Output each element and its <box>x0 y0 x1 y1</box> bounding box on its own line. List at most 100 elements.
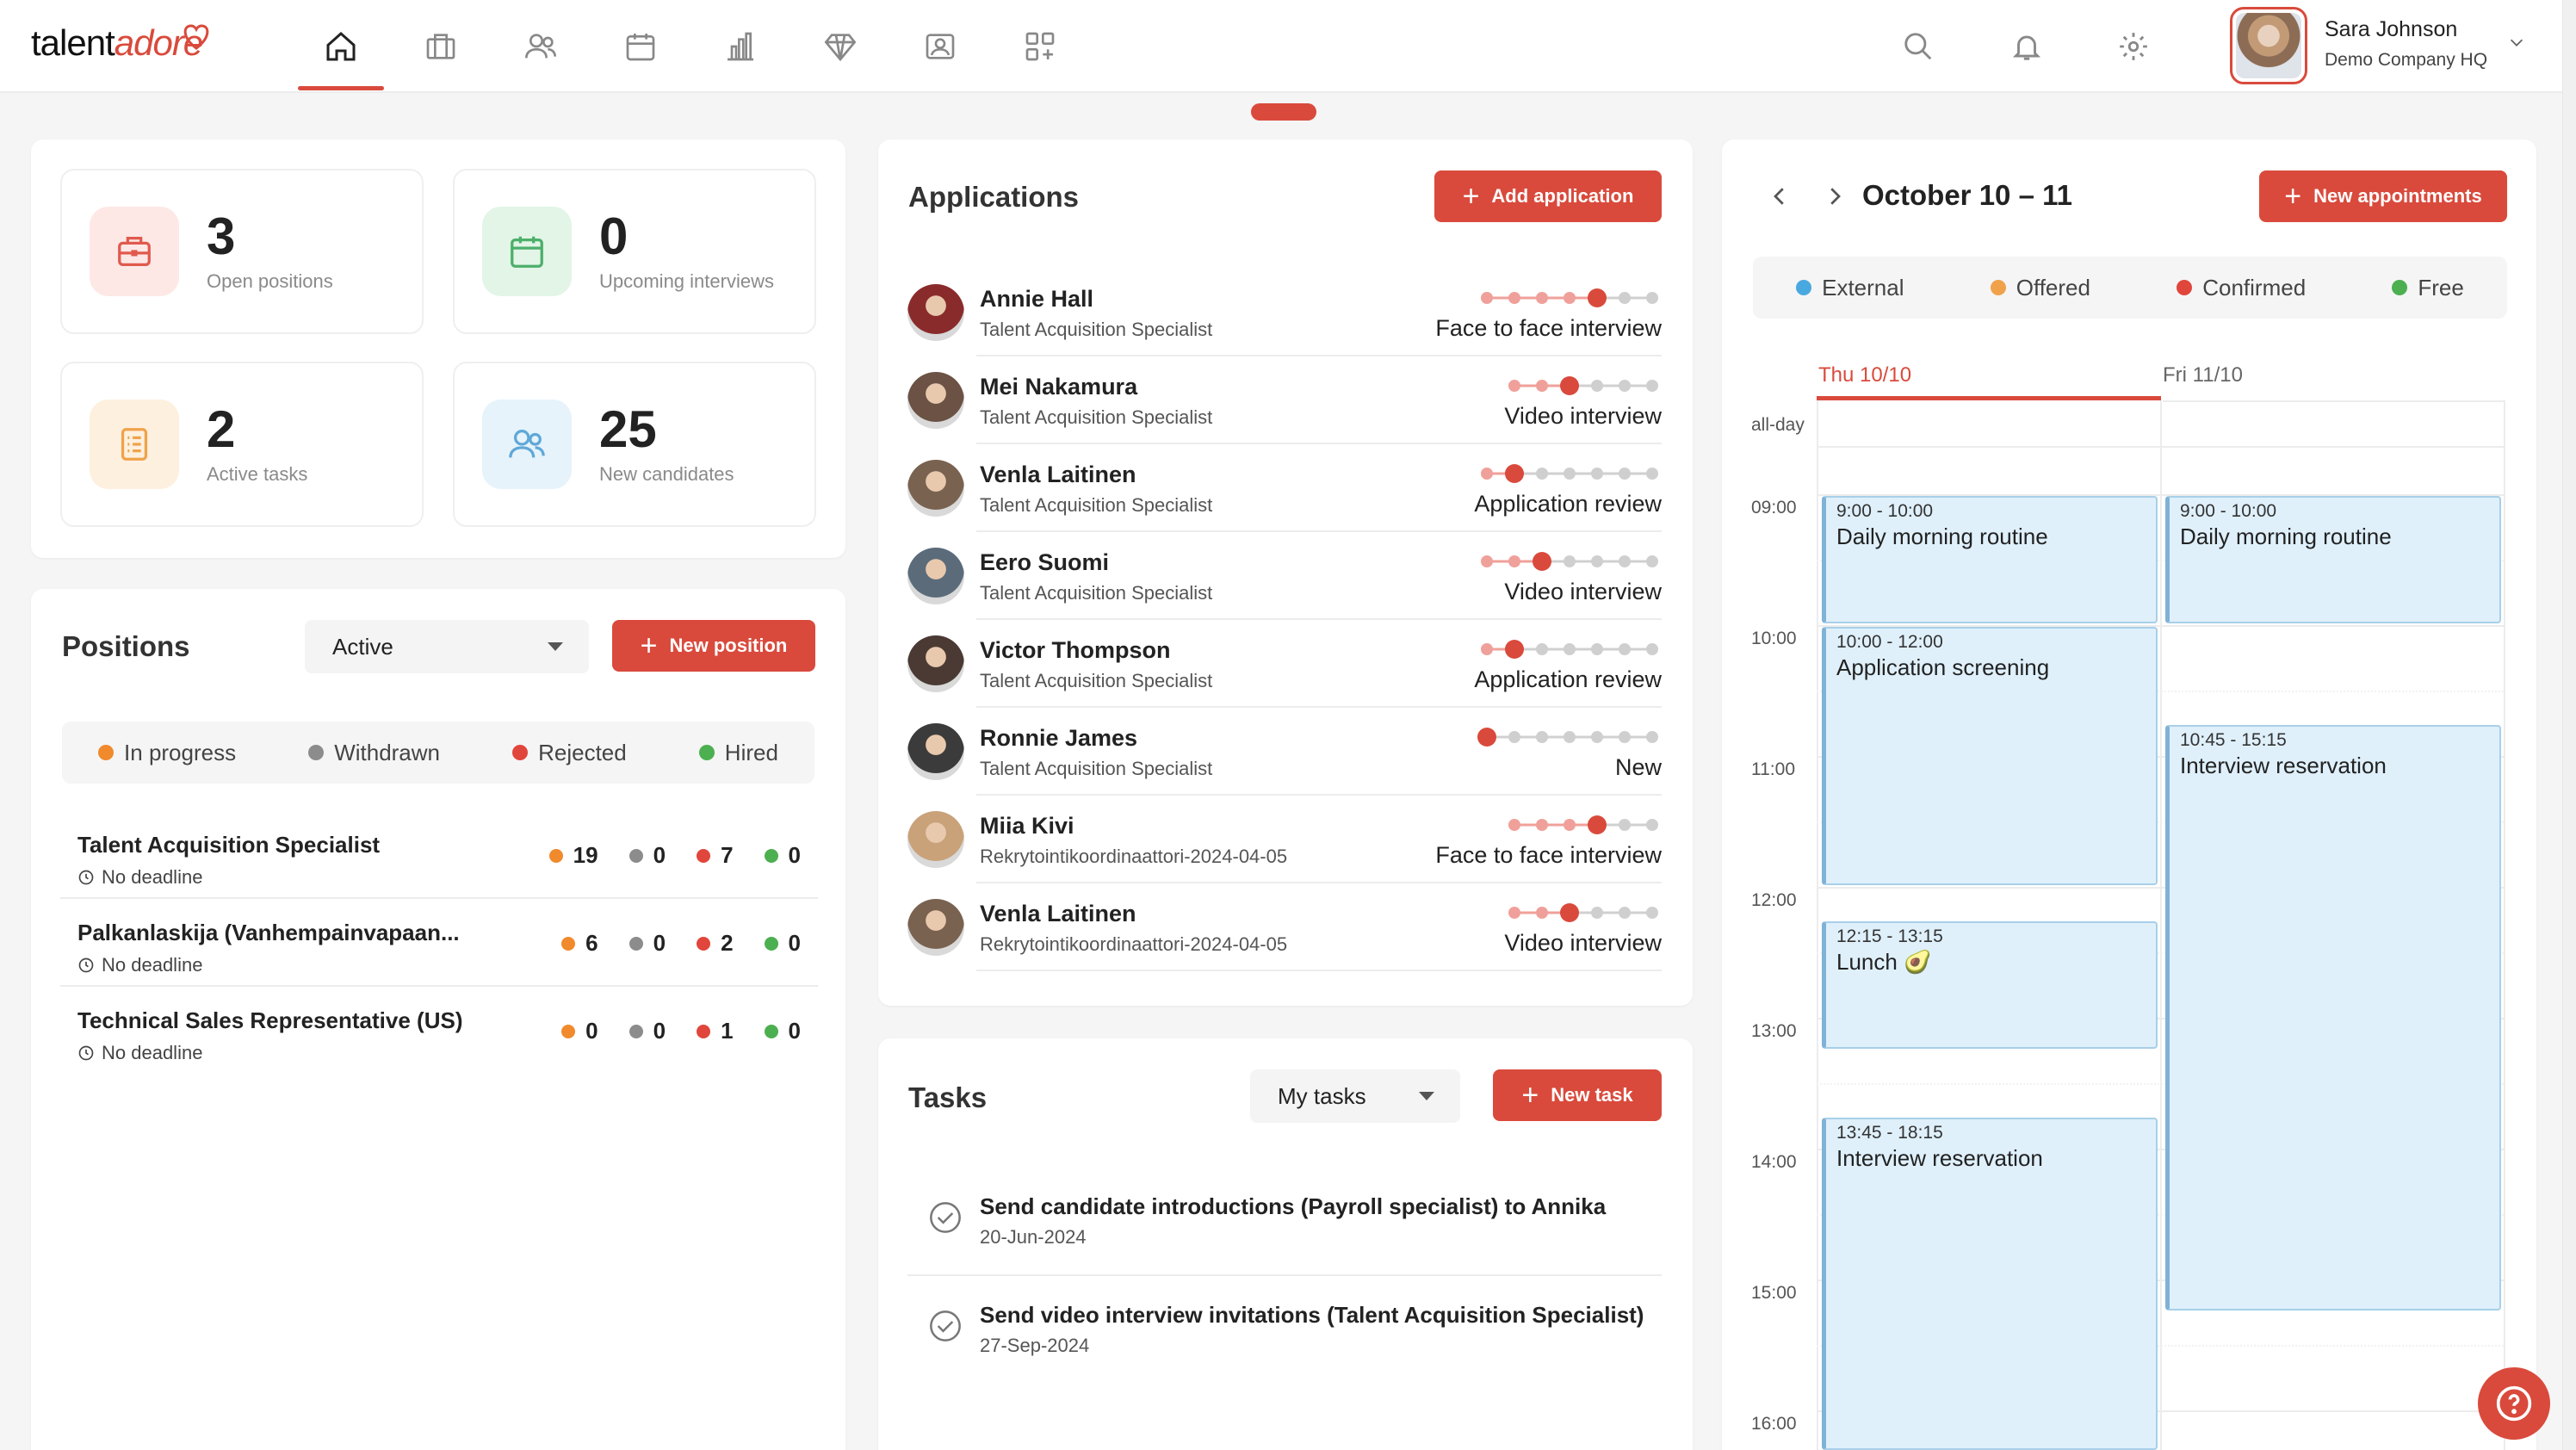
candidate-name[interactable]: Miia Kivi <box>980 813 1074 840</box>
candidate-name[interactable]: Eero Suomi <box>980 549 1109 576</box>
avatar[interactable] <box>907 899 964 956</box>
legend-in-progress[interactable]: In progress <box>98 740 236 766</box>
stage-dot <box>1619 468 1631 480</box>
calendar-event[interactable]: 10:45 - 15:15 Interview reservation <box>2165 725 2501 1311</box>
user-menu[interactable]: Sara Johnson Demo Company HQ <box>2230 7 2531 86</box>
calendar-event[interactable]: 9:00 - 10:00 Daily morning routine <box>1822 496 2158 623</box>
stage-dot <box>1646 380 1658 392</box>
calendar-event[interactable]: 9:00 - 10:00 Daily morning routine <box>2165 496 2501 623</box>
stat-open-positions[interactable]: 3 Open positions <box>60 169 424 334</box>
legend-hired[interactable]: Hired <box>698 740 778 766</box>
talentadore-logo[interactable]: talentadore <box>31 22 209 64</box>
stats-card: 3 Open positions 0 Upcoming interviews 2… <box>31 139 845 558</box>
nav-group-icon[interactable] <box>918 24 963 69</box>
nav-bar-chart-icon[interactable] <box>718 24 763 69</box>
help-button[interactable] <box>2478 1367 2550 1440</box>
candidate-role: Rekrytointikoordinaattori-2024-04-05 <box>980 933 1288 955</box>
task-row[interactable]: Send video interview invitations (Talent… <box>907 1276 1662 1385</box>
stat-label: Active tasks <box>207 463 308 485</box>
event-time: 13:45 - 18:15 <box>1836 1123 1943 1143</box>
chevron-down-icon[interactable] <box>2507 33 2526 52</box>
application-row[interactable]: Miia Kivi Rekrytointikoordinaattori-2024-… <box>907 796 1662 882</box>
nav-calendar-icon[interactable] <box>618 24 663 69</box>
candidate-name[interactable]: Annie Hall <box>980 286 1093 313</box>
plus-icon: + <box>2284 180 2302 213</box>
calendar-event[interactable]: 12:15 - 13:15 Lunch 🥑 <box>1822 921 2158 1049</box>
time-label: 11:00 <box>1751 759 1795 779</box>
check-circle-icon[interactable] <box>928 1309 963 1343</box>
nav-apps-icon[interactable] <box>1018 24 1062 69</box>
avatar[interactable] <box>907 284 964 341</box>
candidate-name[interactable]: Venla Laitinen <box>980 462 1136 488</box>
page-scrollbar[interactable] <box>2562 0 2576 1450</box>
heart-icon <box>183 24 209 50</box>
bell-icon[interactable] <box>2006 26 2047 67</box>
candidate-name[interactable]: Venla Laitinen <box>980 901 1136 927</box>
application-row[interactable]: Eero Suomi Talent Acquisition Specialist V… <box>907 532 1662 618</box>
legend-offered[interactable]: Offered <box>1990 275 2090 301</box>
calendar-event[interactable]: 10:00 - 12:00 Application screening <box>1822 627 2158 885</box>
legend-confirmed[interactable]: Confirmed <box>2177 275 2306 301</box>
application-row[interactable]: Venla Laitinen Rekrytointikoordinaattori-… <box>907 883 1662 970</box>
stage-dot <box>1564 555 1576 567</box>
nav-users-icon[interactable] <box>518 24 563 69</box>
candidate-name[interactable]: Ronnie James <box>980 725 1137 752</box>
stat-upcoming-interviews[interactable]: 0 Upcoming interviews <box>453 169 816 334</box>
nav-diamond-icon[interactable] <box>818 24 863 69</box>
stage-dot <box>1646 555 1658 567</box>
stat-label: Open positions <box>207 270 333 292</box>
new-appointments-button[interactable]: + New appointments <box>2259 170 2507 222</box>
legend-rejected[interactable]: Rejected <box>512 740 627 766</box>
positions-status-dropdown[interactable]: Active <box>305 620 589 673</box>
position-counts: 0 0 1 0 <box>561 1018 801 1044</box>
all-day-label: all-day <box>1751 415 1805 435</box>
new-task-button[interactable]: + New task <box>1493 1069 1662 1121</box>
time-label: 14:00 <box>1751 1152 1797 1172</box>
applications-title: Applications <box>908 181 1080 213</box>
scroll-indicator[interactable] <box>1251 103 1316 121</box>
position-counts: 6 0 2 0 <box>561 930 801 957</box>
avatar[interactable] <box>907 460 964 517</box>
candidate-name[interactable]: Victor Thompson <box>980 637 1171 664</box>
application-row[interactable]: Venla Laitinen Talent Acquisition Special… <box>907 444 1662 530</box>
stage-dot <box>1619 380 1631 392</box>
day-header-fri[interactable]: Fri 11/10 <box>2163 363 2243 387</box>
calendar-event[interactable]: 13:45 - 18:15 Interview reservation <box>1822 1118 2158 1450</box>
avatar[interactable] <box>907 811 964 868</box>
tasks-filter-dropdown[interactable]: My tasks <box>1250 1069 1460 1123</box>
help-icon <box>2496 1385 2532 1422</box>
candidate-name[interactable]: Mei Nakamura <box>980 374 1137 400</box>
nav-home-icon[interactable] <box>298 24 384 90</box>
stat-value: 2 <box>207 400 236 458</box>
task-row[interactable]: Send candidate introductions (Payroll sp… <box>907 1168 1662 1276</box>
position-row[interactable]: Palkanlaskija (Vanhempainvapaan... No de… <box>60 901 818 987</box>
check-circle-icon[interactable] <box>928 1200 963 1235</box>
avatar[interactable] <box>907 635 964 692</box>
avatar[interactable] <box>907 548 964 604</box>
nav-briefcase-icon[interactable] <box>418 24 463 69</box>
day-header-thu[interactable]: Thu 10/10 <box>1818 363 1911 387</box>
avatar[interactable] <box>907 372 964 429</box>
application-row[interactable]: Ronnie James Talent Acquisition Specialis… <box>907 708 1662 794</box>
application-row[interactable]: Mei Nakamura Talent Acquisition Specialis… <box>907 356 1662 443</box>
search-icon[interactable] <box>1898 26 1939 67</box>
new-position-button[interactable]: + New position <box>612 620 815 672</box>
stage-dot <box>1646 907 1658 919</box>
position-row[interactable]: Technical Sales Representative (US) No d… <box>60 988 818 1075</box>
legend-external[interactable]: External <box>1796 275 1904 301</box>
position-row[interactable]: Talent Acquisition Specialist No deadlin… <box>60 813 818 899</box>
user-name: Sara Johnson <box>2325 17 2458 41</box>
add-application-button[interactable]: + Add application <box>1434 170 1662 222</box>
chevron-right-icon[interactable] <box>1822 181 1848 212</box>
clock-icon <box>78 870 94 885</box>
stat-new-candidates[interactable]: 25 New candidates <box>453 362 816 527</box>
gear-icon[interactable] <box>2113 26 2154 67</box>
chevron-left-icon[interactable] <box>1767 181 1793 212</box>
legend-free[interactable]: Free <box>2392 275 2464 301</box>
application-row[interactable]: Victor Thompson Talent Acquisition Specia… <box>907 620 1662 706</box>
position-deadline: No deadline <box>102 866 203 888</box>
stat-active-tasks[interactable]: 2 Active tasks <box>60 362 424 527</box>
avatar[interactable] <box>907 723 964 780</box>
legend-withdrawn[interactable]: Withdrawn <box>308 740 440 766</box>
application-row[interactable]: Annie Hall Talent Acquisition Specialist F… <box>907 269 1662 355</box>
